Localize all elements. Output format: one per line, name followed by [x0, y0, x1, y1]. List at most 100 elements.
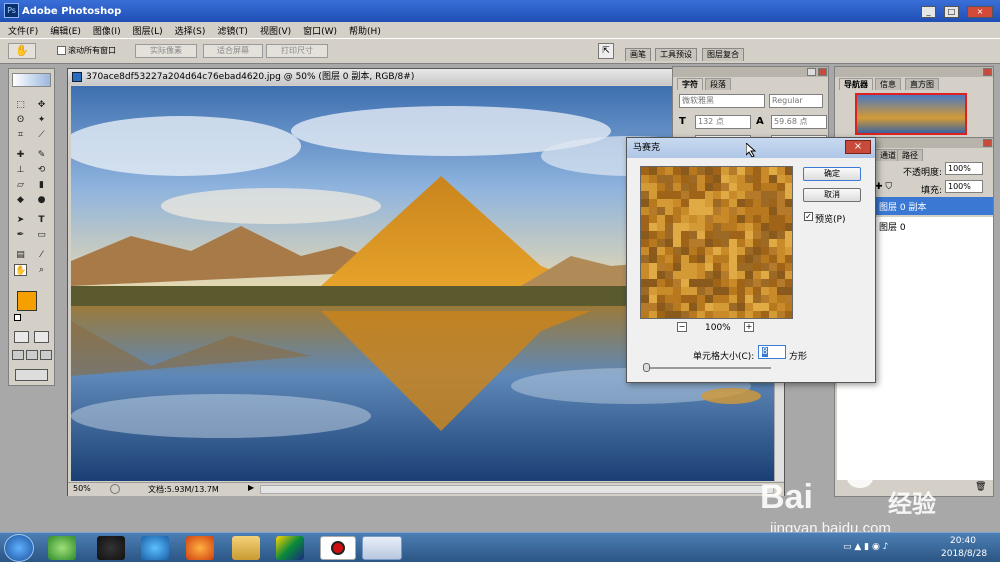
- horizontal-scrollbar[interactable]: [260, 485, 774, 494]
- status-icon[interactable]: [110, 484, 120, 494]
- opacity-field[interactable]: 100%: [945, 162, 983, 175]
- pen-tool-icon[interactable]: ✒: [14, 229, 27, 241]
- toolbox-logo: [12, 73, 51, 87]
- toolbox: ⬚ ✥ ʘ ✦ ⌗ ⟋ ✚ ✎ ⊥ ⟲ ▱ ▮ ◆ ● ➤ T ✒ ▭ ▤ ⁄ …: [8, 68, 55, 386]
- file-explorer-icon[interactable]: [232, 536, 260, 560]
- fill-field[interactable]: 100%: [945, 180, 983, 193]
- cell-size-input[interactable]: 8: [758, 345, 786, 359]
- notes-tool-icon[interactable]: ▤: [14, 249, 27, 261]
- path-selection-icon[interactable]: ➤: [14, 214, 27, 226]
- tab-character[interactable]: 字符: [677, 78, 703, 90]
- start-button[interactable]: [4, 534, 34, 562]
- move-tool-icon[interactable]: ✥: [35, 99, 48, 111]
- tab-info[interactable]: 信息: [875, 78, 901, 90]
- marquee-tool-icon[interactable]: ⬚: [14, 99, 27, 111]
- menu-file[interactable]: 文件(F): [8, 24, 38, 37]
- tab-paragraph[interactable]: 段落: [705, 78, 731, 90]
- brush-tool-icon[interactable]: ✎: [35, 149, 48, 161]
- leading-field[interactable]: 59.68 点: [771, 115, 827, 129]
- firefox-icon[interactable]: [186, 536, 214, 560]
- foreground-color-swatch[interactable]: [17, 291, 37, 311]
- cell-size-slider[interactable]: [643, 367, 771, 369]
- menu-window[interactable]: 窗口(W): [303, 24, 337, 37]
- zoom-in-button[interactable]: +: [744, 322, 754, 332]
- jump-to-imageready-icon[interactable]: [15, 369, 48, 381]
- zoom-out-button[interactable]: −: [677, 322, 687, 332]
- screen-mode-full-menu-icon[interactable]: [26, 350, 38, 360]
- zoom-tool-icon[interactable]: ⌕: [35, 264, 48, 276]
- lasso-tool-icon[interactable]: ʘ: [14, 114, 27, 126]
- hand-tool-preset-icon[interactable]: ✋: [8, 43, 36, 59]
- mosaic-preview[interactable]: [640, 166, 793, 319]
- delete-layer-icon[interactable]: 🗑: [975, 482, 986, 492]
- screen-mode-full-icon[interactable]: [40, 350, 52, 360]
- photoshop-taskbar-icon[interactable]: [362, 536, 402, 560]
- scroll-all-windows-checkbox[interactable]: [57, 46, 66, 55]
- layers-footer: 🗑: [837, 482, 993, 494]
- font-style-select[interactable]: Regular: [769, 94, 823, 108]
- maximize-button[interactable]: □: [944, 6, 959, 18]
- panel-minimize-icon[interactable]: [807, 68, 816, 76]
- menu-filter[interactable]: 滤镜(T): [217, 24, 248, 37]
- healing-brush-icon[interactable]: ✚: [14, 149, 27, 161]
- status-menu-arrow-icon[interactable]: ▶: [248, 483, 254, 492]
- print-size-button[interactable]: 打印尺寸: [266, 44, 328, 58]
- app-title-bar: Adobe Photoshop: [0, 0, 1000, 22]
- font-family-select[interactable]: 微软雅黑: [679, 94, 765, 108]
- menu-edit[interactable]: 编辑(E): [50, 24, 81, 37]
- navigator-close-icon[interactable]: [983, 68, 992, 76]
- record-app-icon[interactable]: [320, 536, 356, 560]
- palette-well-brushes[interactable]: 画笔: [625, 48, 651, 61]
- close-button[interactable]: ×: [967, 6, 993, 18]
- menu-layer[interactable]: 图层(L): [133, 24, 163, 37]
- fit-screen-button[interactable]: 适合屏幕: [203, 44, 263, 58]
- tray-icons[interactable]: ▭ ▲ ▮ ◉ ♪: [843, 542, 888, 552]
- preview-checkbox[interactable]: ✓: [804, 212, 813, 221]
- shape-tool-icon[interactable]: ▭: [35, 229, 48, 241]
- quick-mask-icon[interactable]: [34, 331, 49, 343]
- browser-360-icon[interactable]: [48, 536, 76, 560]
- screen-mode-standard-icon[interactable]: [12, 350, 24, 360]
- crop-tool-icon[interactable]: ⌗: [14, 129, 27, 141]
- menu-select[interactable]: 选择(S): [175, 24, 206, 37]
- standard-mode-icon[interactable]: [14, 331, 29, 343]
- eraser-tool-icon[interactable]: ▱: [14, 179, 27, 191]
- tab-navigator[interactable]: 导航器: [839, 78, 873, 90]
- hand-tool-icon[interactable]: ✋: [14, 264, 27, 276]
- dodge-tool-icon[interactable]: ●: [35, 194, 48, 206]
- gradient-tool-icon[interactable]: ▮: [35, 179, 48, 191]
- layers-close-icon[interactable]: [983, 139, 992, 147]
- clone-stamp-icon[interactable]: ⊥: [14, 164, 27, 176]
- zoom-level[interactable]: 50%: [73, 484, 91, 493]
- cancel-button[interactable]: 取消: [803, 188, 861, 202]
- tab-paths[interactable]: 路径: [897, 149, 923, 161]
- palette-well-tool-presets[interactable]: 工具预设: [655, 48, 697, 61]
- cell-size-slider-handle[interactable]: [643, 363, 650, 372]
- magic-wand-icon[interactable]: ✦: [35, 114, 48, 126]
- history-brush-icon[interactable]: ⟲: [35, 164, 48, 176]
- menu-view[interactable]: 视图(V): [260, 24, 291, 37]
- blur-tool-icon[interactable]: ◆: [14, 194, 27, 206]
- eyedropper-tool-icon[interactable]: ⁄: [35, 249, 48, 261]
- media-player-icon[interactable]: [141, 536, 169, 560]
- tab-histogram[interactable]: 直方图: [905, 78, 939, 90]
- ok-button[interactable]: 确定: [803, 167, 861, 181]
- palette-well-layer-comps[interactable]: 图层复合: [702, 48, 744, 61]
- go-to-bridge-icon[interactable]: ⇱: [598, 43, 614, 59]
- minimize-button[interactable]: _: [921, 6, 936, 18]
- type-tool-icon[interactable]: T: [35, 214, 48, 226]
- default-colors-icon[interactable]: [14, 314, 21, 321]
- opacity-label: 不透明度:: [903, 168, 943, 178]
- navigator-thumbnail[interactable]: [855, 93, 967, 135]
- menu-help[interactable]: 帮助(H): [349, 24, 381, 37]
- menu-image[interactable]: 图像(I): [93, 24, 121, 37]
- actual-pixels-button[interactable]: 实际像素: [135, 44, 197, 58]
- slice-tool-icon[interactable]: ⟋: [35, 129, 48, 141]
- character-panel-header: [673, 67, 828, 77]
- font-size-field[interactable]: 132 点: [695, 115, 751, 129]
- qq-icon[interactable]: [97, 536, 125, 560]
- app-taskbar-icon[interactable]: [276, 536, 304, 560]
- dialog-close-button[interactable]: ×: [845, 140, 871, 154]
- panel-close-icon[interactable]: [818, 68, 827, 76]
- lock-icon[interactable]: ✚ ⛉: [875, 182, 892, 192]
